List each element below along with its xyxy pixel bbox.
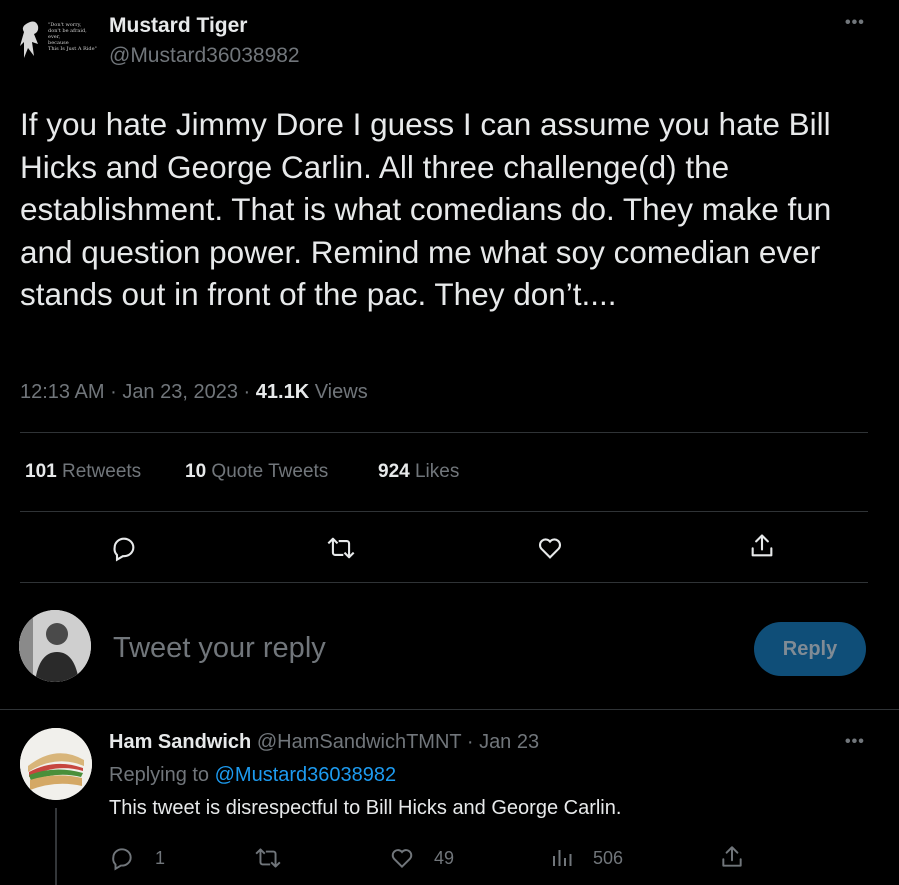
reply-retweet-icon[interactable]	[254, 845, 282, 871]
author-handle[interactable]: @Mustard36038982	[109, 44, 300, 68]
reply-more-icon[interactable]: •••	[845, 733, 865, 751]
reply-views-count: 506	[593, 848, 624, 868]
quotes-count: 10	[185, 461, 207, 482]
reply-reply-count: 1	[155, 848, 166, 868]
tweet-date[interactable]: Jan 23, 2023	[122, 381, 238, 403]
reply-input[interactable]: Tweet your reply	[113, 632, 326, 665]
likes-count: 924	[378, 461, 410, 482]
retweet-icon[interactable]	[326, 534, 356, 562]
reply-author-handle[interactable]: @HamSandwichTMNT	[257, 731, 461, 753]
share-icon[interactable]	[748, 532, 776, 560]
reply-author-name[interactable]: Ham Sandwich	[109, 731, 251, 753]
quotes-stat[interactable]: 10 Quote Tweets	[185, 461, 328, 483]
reply-text: This tweet is disrespectful to Bill Hick…	[109, 797, 622, 819]
retweets-label: Retweets	[61, 461, 142, 482]
views-count: 41.1K	[255, 381, 310, 403]
replying-to-prefix: Replying to	[109, 764, 210, 786]
silhouette-icon	[20, 21, 39, 58]
likes-label: Likes	[414, 461, 460, 482]
reply-like-count: 49	[434, 848, 455, 868]
reply-icon[interactable]	[110, 534, 138, 562]
tweet-text: If you hate Jimmy Dore I guess I can ass…	[20, 106, 832, 312]
author-name[interactable]: Mustard Tiger	[109, 14, 247, 38]
likes-stat[interactable]: 924 Likes	[378, 461, 459, 483]
avatar-quote-line: This Is Just A Ride"	[48, 46, 97, 52]
reply-views-icon[interactable]	[550, 845, 574, 871]
retweets-stat[interactable]: 101 Retweets	[25, 461, 141, 482]
divider	[20, 582, 868, 583]
reply-reply-icon[interactable]	[109, 845, 135, 871]
thread-line	[55, 808, 57, 885]
replying-to: Replying to @Mustard36038982	[109, 764, 396, 787]
reply-author-avatar[interactable]	[20, 728, 92, 800]
reply-like-icon[interactable]	[389, 845, 415, 871]
user-avatar[interactable]	[19, 610, 91, 682]
stats-row: 101 Retweets	[25, 461, 141, 483]
quotes-label: Quote Tweets	[211, 461, 329, 482]
tweet-meta: 12:13 AM · Jan 23, 2023 · 41.1K Views	[20, 381, 368, 404]
meta-separator: ·	[466, 731, 474, 753]
like-icon[interactable]	[536, 534, 564, 562]
reply-share-icon[interactable]	[719, 844, 745, 870]
divider	[20, 432, 868, 433]
meta-separator: ·	[110, 381, 117, 403]
divider	[20, 511, 868, 512]
divider	[0, 709, 899, 710]
replying-to-link[interactable]: @Mustard36038982	[215, 764, 397, 786]
reply-header: Ham Sandwich @HamSandwichTMNT · Jan 23	[109, 731, 539, 754]
tweet-time[interactable]: 12:13 AM	[20, 381, 105, 403]
retweets-count: 101	[25, 461, 57, 482]
reply-button[interactable]: Reply	[754, 622, 866, 676]
views-label: Views	[314, 381, 368, 403]
more-horizontal-icon[interactable]: •••	[845, 14, 865, 32]
reply-date[interactable]: Jan 23	[479, 731, 539, 753]
meta-separator: ·	[243, 381, 251, 403]
author-avatar[interactable]: "Don't worry, don't be afraid, ever, bec…	[12, 12, 98, 74]
